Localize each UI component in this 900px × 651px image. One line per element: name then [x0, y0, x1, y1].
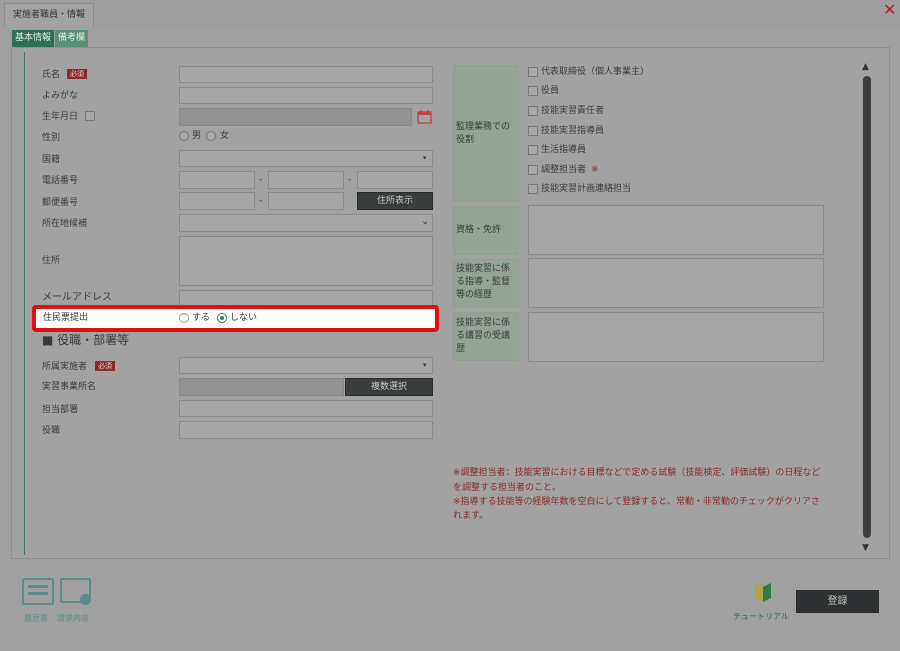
- resident-label: 住民票提出: [43, 313, 89, 323]
- qualification-textarea[interactable]: [528, 205, 824, 255]
- role-label: 代表取締役（個人事業主）: [541, 67, 650, 77]
- section-divider: [24, 52, 25, 555]
- role-label: 調整担当者: [541, 165, 587, 175]
- qualification-label: 資格・免許: [456, 225, 502, 235]
- titlebar: [0, 0, 900, 28]
- role-checkbox[interactable]: [528, 184, 538, 194]
- role-checkbox[interactable]: [528, 126, 538, 136]
- role-checkbox[interactable]: [528, 145, 538, 155]
- role-label: 技能実習指導員: [541, 126, 605, 136]
- scrollbar-thumb[interactable]: [863, 76, 871, 538]
- chevron-down-icon: ▾: [423, 361, 427, 369]
- name-label: 氏名: [42, 70, 61, 80]
- chevron-down-icon: ⌄: [421, 216, 430, 227]
- role-label: 生活指導員: [541, 145, 587, 155]
- postal-input-1[interactable]: [179, 192, 255, 210]
- nationality-label: 国籍: [42, 155, 61, 165]
- phone-separator: -: [259, 175, 263, 185]
- gender-option-male: 男: [192, 131, 202, 141]
- postal-label: 郵便番号: [42, 198, 79, 208]
- name-input[interactable]: [179, 66, 433, 83]
- phone-input-2[interactable]: [268, 171, 344, 189]
- company-label: 所属実施者: [42, 362, 88, 372]
- resident-option-no: しない: [230, 313, 258, 323]
- tab-basic-info[interactable]: 基本情報: [12, 30, 55, 47]
- guidance-label: 技能実習に係る指導・監督等の経歴: [456, 264, 511, 300]
- address-textarea[interactable]: [179, 236, 433, 286]
- birthdate-label: 生年月日: [42, 112, 79, 122]
- training-textarea[interactable]: [528, 312, 824, 362]
- email-label: メールアドレス: [42, 292, 112, 303]
- department-input[interactable]: [179, 400, 433, 417]
- resident-option-yes: する: [192, 313, 211, 323]
- phone-label: 電話番号: [42, 176, 79, 186]
- role-checkbox[interactable]: [528, 86, 538, 96]
- section-heading: ■ 役職・部署等: [42, 333, 130, 347]
- prefecture-label: 所在地候補: [42, 219, 88, 229]
- resident-radio-yes[interactable]: [179, 313, 189, 323]
- gender-radio-female[interactable]: [206, 131, 216, 141]
- role-label: 役員: [541, 86, 560, 96]
- company-select[interactable]: [179, 357, 433, 374]
- position-label: 役職: [42, 426, 61, 436]
- furigana-input[interactable]: [179, 87, 433, 104]
- role-checkbox[interactable]: [528, 165, 538, 175]
- calendar-icon[interactable]: [417, 109, 432, 124]
- resident-radio-no[interactable]: [217, 313, 227, 323]
- site-input[interactable]: [179, 378, 344, 396]
- required-badge: 必須: [95, 361, 115, 371]
- pointer-icon: [80, 594, 91, 605]
- role-label: 技能実習責任者: [541, 106, 605, 116]
- address-label: 住所: [42, 256, 61, 266]
- scroll-down-icon[interactable]: ▼: [862, 542, 869, 554]
- request-label: 請求内容: [57, 614, 89, 623]
- role-checkbox[interactable]: [528, 106, 538, 116]
- gender-radio-male[interactable]: [179, 131, 189, 141]
- guidance-textarea[interactable]: [528, 258, 824, 308]
- resume-icon-line: [28, 585, 48, 588]
- tab-notes[interactable]: 備考欄: [55, 30, 89, 47]
- chevron-down-icon: ▾: [423, 154, 427, 162]
- position-input[interactable]: [179, 421, 433, 439]
- note-line: れます。: [453, 511, 489, 521]
- gender-label: 性別: [42, 133, 61, 143]
- close-icon[interactable]: ✕: [883, 1, 896, 19]
- gender-option-female: 女: [220, 131, 230, 141]
- phone-input-3[interactable]: [357, 171, 433, 189]
- postal-separator: -: [259, 196, 263, 206]
- note-line: を調整する担当者のこと。: [453, 483, 562, 493]
- tutorial-label[interactable]: チュートリアル: [733, 611, 789, 623]
- role-label: 技能実習計画連絡担当: [541, 184, 632, 194]
- window-title-tab: 実施者職員・情報: [4, 3, 95, 27]
- note-line: ※指導する技能等の経験年数を空白にして登録すると、常勤・非常勤のチェックがクリア…: [453, 497, 820, 507]
- birthdate-input[interactable]: [179, 108, 412, 126]
- training-label: 技能実習に係る講習の受講歴: [456, 318, 511, 354]
- furigana-label: よみがな: [42, 91, 79, 101]
- birthdate-checkbox[interactable]: [85, 111, 95, 121]
- register-button[interactable]: 登録: [796, 590, 879, 613]
- scroll-up-icon[interactable]: ▲: [862, 61, 869, 73]
- phone-separator: -: [348, 175, 352, 185]
- phone-input-1[interactable]: [179, 171, 255, 189]
- prefecture-select[interactable]: [179, 214, 433, 232]
- resume-icon-line: [28, 592, 48, 595]
- resume-label: 履歴書: [24, 614, 48, 623]
- multi-select-button[interactable]: 複数選択: [345, 378, 433, 396]
- coordinator-note-mark: ※: [591, 165, 599, 175]
- department-label: 担当部署: [42, 405, 79, 415]
- address-lookup-button[interactable]: 住所表示: [357, 192, 433, 210]
- beginner-leaf-icon[interactable]: [753, 581, 773, 603]
- postal-input-2[interactable]: [268, 192, 344, 210]
- roles-label: 監理業務での役割: [456, 122, 511, 145]
- role-checkbox[interactable]: [528, 67, 538, 77]
- required-badge: 必須: [67, 69, 87, 79]
- nationality-select[interactable]: [179, 150, 433, 167]
- note-line: ※調整担当者：技能実習における目標などで定める試験（技能検定、評価試験）の日程な…: [453, 468, 821, 478]
- site-label: 実習事業所名: [42, 382, 97, 392]
